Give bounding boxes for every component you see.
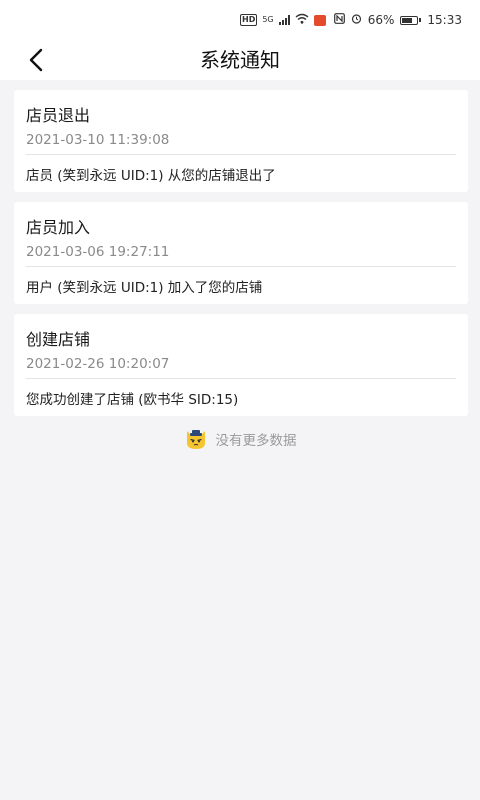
notification-time: 2021-03-06 19:27:11: [26, 244, 170, 260]
page-title: 系统通知: [200, 48, 280, 72]
notification-time: 2021-02-26 10:20:07: [26, 356, 170, 372]
divider: [26, 378, 456, 379]
status-bar: HD 5G 66% 15:33: [0, 0, 480, 40]
notification-time: 2021-03-10 11:39:08: [26, 132, 170, 148]
notification-card[interactable]: 店员加入 2021-03-06 19:27:11 用户 (笑到永远 UID:1)…: [14, 202, 468, 304]
status-right-group: 66% 15:33: [333, 13, 462, 27]
notification-card[interactable]: 店员退出 2021-03-10 11:39:08 店员 (笑到永远 UID:1)…: [14, 90, 468, 192]
divider: [26, 266, 456, 267]
hd-icon: HD: [240, 14, 258, 26]
battery-percent: 66%: [367, 13, 395, 27]
notification-title: 创建店铺: [26, 330, 91, 349]
navigation-bar: 系统通知: [0, 40, 480, 80]
app-notification-icon: [313, 14, 326, 26]
status-left-group: HD 5G: [240, 13, 326, 27]
notification-card[interactable]: 创建店铺 2021-02-26 10:20:07 您成功创建了店铺 (欧书华 S…: [14, 314, 468, 416]
clock: 15:33: [427, 13, 462, 27]
cat-mascot-icon: [186, 430, 205, 449]
no-more-data-text: 没有更多数据: [215, 433, 297, 449]
nfc-icon: [333, 13, 345, 27]
no-more-data-hint: 没有更多数据: [0, 426, 480, 452]
notification-title: 店员退出: [26, 106, 91, 125]
battery-icon: [400, 15, 422, 25]
signal-icon: [278, 15, 290, 25]
alarm-icon: [351, 13, 362, 27]
notification-message: 您成功创建了店铺 (欧书华 SID:15): [26, 392, 239, 408]
notification-list: 店员退出 2021-03-10 11:39:08 店员 (笑到永远 UID:1)…: [14, 90, 468, 426]
divider: [26, 154, 456, 155]
notification-message: 用户 (笑到永远 UID:1) 加入了您的店铺: [26, 280, 263, 296]
notification-title: 店员加入: [26, 218, 91, 237]
wifi-icon: [295, 13, 309, 27]
notification-message: 店员 (笑到永远 UID:1) 从您的店铺退出了: [26, 168, 276, 184]
network-type-label: 5G: [262, 15, 274, 24]
